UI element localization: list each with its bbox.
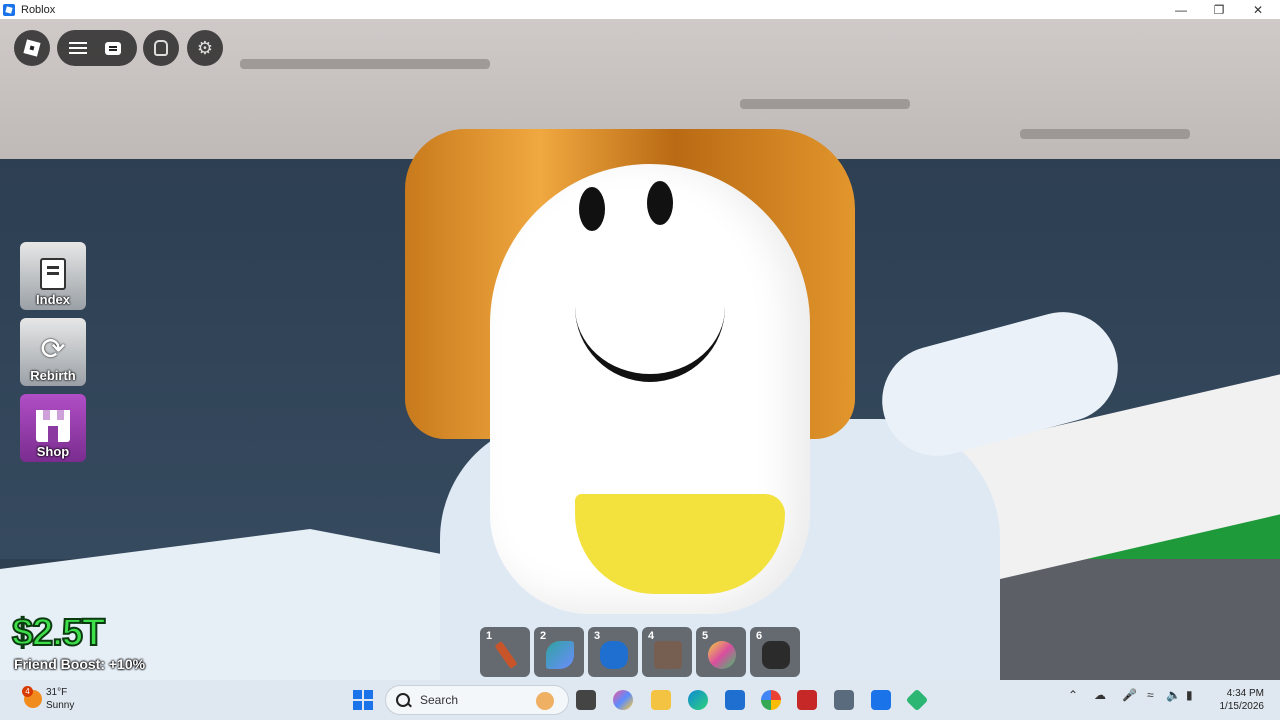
- volume-icon[interactable]: 🔈: [1166, 688, 1181, 702]
- sun-icon: 4: [22, 686, 42, 708]
- minimize-button[interactable]: —: [1162, 0, 1200, 19]
- book-icon: [40, 258, 66, 290]
- ceiling-beam: [740, 99, 910, 109]
- weather-widget[interactable]: 4 31°F Sunny: [22, 686, 75, 712]
- search-placeholder: Search: [420, 693, 459, 707]
- start-button[interactable]: [353, 690, 373, 710]
- blue-glove-item-icon: [600, 641, 628, 669]
- friend-boost-text: Friend Boost: +10%: [14, 656, 146, 672]
- copilot-icon[interactable]: [613, 690, 633, 710]
- app-icon[interactable]: [834, 690, 854, 710]
- slot-number: 5: [702, 630, 709, 642]
- refresh-icon: ⟳: [40, 333, 66, 366]
- close-button[interactable]: ✕: [1239, 0, 1277, 19]
- teal-item-icon: [546, 641, 574, 669]
- slot-number: 3: [594, 630, 601, 642]
- weather-temp: 31°F: [46, 687, 68, 698]
- index-label: Index: [36, 292, 70, 307]
- hotbar: 1 2 3 4 5 6: [480, 627, 800, 677]
- ceiling-beam: [240, 59, 490, 69]
- roblox-app-icon: [3, 3, 15, 16]
- chrome-icon[interactable]: [761, 690, 781, 710]
- window-titlebar: Roblox — ❐ ✕: [0, 0, 1280, 19]
- rainbow-item-icon: [708, 641, 736, 669]
- microphone-icon[interactable]: 🎤: [1122, 688, 1137, 702]
- money-display: $2.5T: [11, 611, 106, 655]
- store-icon: [36, 410, 70, 442]
- hamburger-icon[interactable]: [69, 42, 87, 54]
- gem-app-icon[interactable]: [905, 688, 929, 712]
- edge-icon[interactable]: [688, 690, 708, 710]
- shop-button[interactable]: Shop: [20, 394, 86, 462]
- search-icon: [396, 693, 410, 707]
- slot-number: 1: [486, 630, 493, 642]
- task-view-icon[interactable]: [576, 690, 596, 710]
- slot-number: 2: [540, 630, 547, 642]
- slot-number: 6: [756, 630, 763, 642]
- roblox-taskbar-icon[interactable]: [871, 690, 891, 710]
- battery-icon[interactable]: ▮: [1186, 688, 1193, 702]
- wifi-icon[interactable]: ≈: [1147, 688, 1154, 702]
- roblox-logo-icon: [23, 39, 41, 57]
- chat-icon[interactable]: [105, 41, 121, 55]
- brown-item-icon: [654, 641, 682, 669]
- file-explorer-icon[interactable]: [651, 690, 671, 710]
- taskbar: 4 31°F Sunny Search ⌃ ☁ 🎤 ≈ 🔈 ▮ 4:34 PM …: [0, 680, 1280, 720]
- mcafee-icon[interactable]: [797, 690, 817, 710]
- taskbar-clock[interactable]: 4:34 PM 1/15/2026: [1212, 687, 1265, 713]
- index-button[interactable]: Index: [20, 242, 86, 310]
- rebirth-button[interactable]: ⟳ Rebirth: [20, 318, 86, 386]
- clock-date: 1/15/2026: [1219, 701, 1265, 712]
- backpack-button[interactable]: [143, 30, 179, 66]
- black-item-icon: [762, 641, 790, 669]
- settings-button[interactable]: ⚙: [187, 30, 223, 66]
- orange-stick-item-icon: [494, 641, 518, 669]
- hotbar-slot-5[interactable]: 5: [696, 627, 746, 677]
- backpack-icon: [154, 40, 168, 56]
- rebirth-label: Rebirth: [30, 368, 76, 383]
- shop-label: Shop: [36, 444, 70, 459]
- weather-condition: Sunny: [46, 700, 75, 711]
- hotbar-slot-3[interactable]: 3: [588, 627, 638, 677]
- cloud-sync-icon[interactable]: ☁: [1094, 688, 1106, 702]
- slot-number: 4: [648, 630, 655, 642]
- clock-time: 4:34 PM: [1226, 688, 1264, 699]
- character-eye: [579, 187, 605, 231]
- hotbar-slot-1[interactable]: 1: [480, 627, 530, 677]
- taskbar-search[interactable]: Search: [385, 685, 569, 715]
- game-viewport[interactable]: [0, 19, 1280, 680]
- menu-chat-button[interactable]: [57, 30, 137, 66]
- character-eye: [647, 181, 673, 225]
- maximize-button[interactable]: ❐: [1200, 0, 1238, 19]
- search-highlight-icon: [536, 692, 554, 710]
- gear-icon: ⚙: [196, 37, 214, 58]
- hotbar-slot-4[interactable]: 4: [642, 627, 692, 677]
- roblox-menu-button[interactable]: [14, 30, 50, 66]
- chevron-up-icon[interactable]: ⌃: [1068, 688, 1078, 702]
- hotbar-slot-2[interactable]: 2: [534, 627, 584, 677]
- window-title: Roblox: [21, 3, 56, 16]
- ceiling-beam: [1020, 129, 1190, 139]
- store-taskbar-icon[interactable]: [725, 690, 745, 710]
- hotbar-slot-6[interactable]: 6: [750, 627, 800, 677]
- weather-badge: 4: [22, 686, 33, 697]
